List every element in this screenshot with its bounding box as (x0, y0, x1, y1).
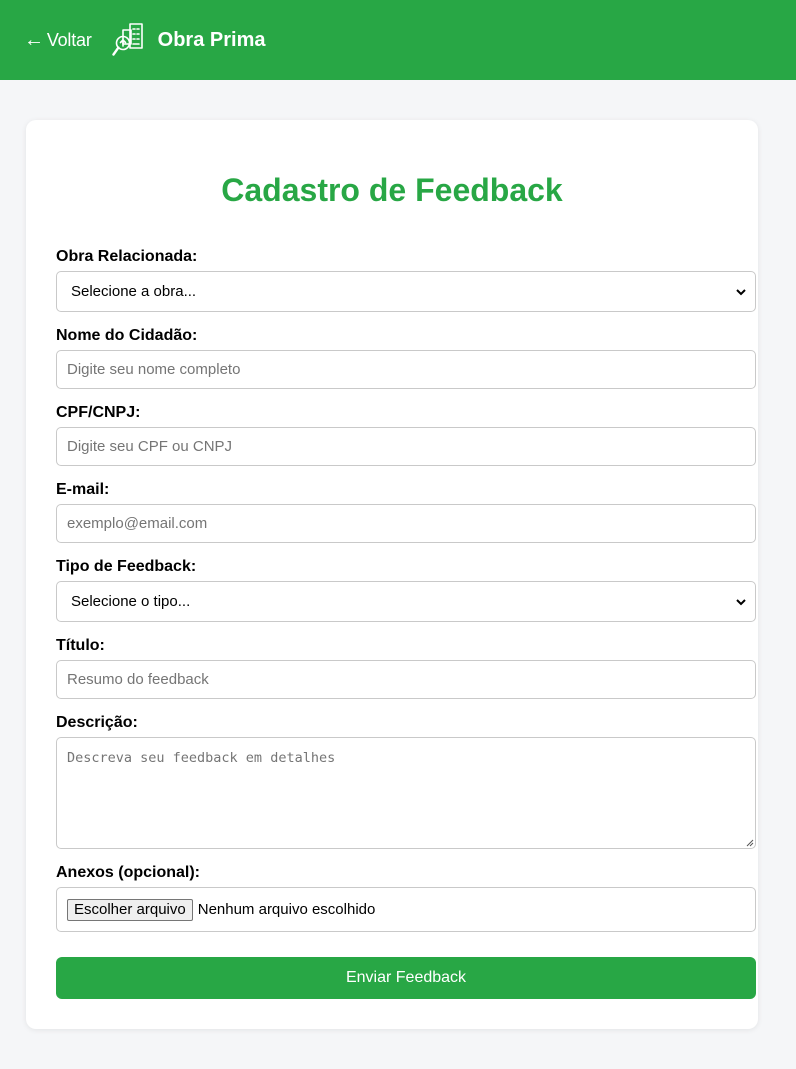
tipo-select[interactable]: Selecione o tipo... (56, 581, 756, 622)
tipo-select-value: Selecione o tipo... (71, 593, 191, 610)
tipo-label: Tipo de Feedback: (56, 558, 197, 575)
page-title: Cadastro de Feedback (221, 172, 563, 208)
obra-label: Obra Relacionada: (56, 248, 198, 265)
anexos-label: Anexos (opcional): (56, 864, 201, 881)
chevron-down-icon (736, 598, 746, 605)
nome-input[interactable]: Digite seu nome completo (56, 350, 756, 389)
titulo-input[interactable]: Resumo do feedback (56, 660, 756, 699)
file-status: Nenhum arquivo escolhido (197, 901, 376, 918)
titulo-label: Título: (56, 637, 105, 654)
email-input[interactable]: exemplo@email.com (56, 504, 756, 543)
descricao-textarea[interactable]: Descreva seu feedback em detalhes (56, 737, 756, 849)
brand-name: Obra Prima (157, 28, 266, 51)
nome-placeholder: Digite seu nome completo (67, 361, 241, 378)
anexos-file-input[interactable]: Escolher arquivo Nenhum arquivo escolhid… (56, 887, 756, 932)
email-label: E-mail: (56, 481, 110, 498)
back-arrow-icon: ← (24, 28, 44, 51)
feedback-form-card: Cadastro de Feedback Obra Relacionada: S… (26, 120, 758, 1029)
nome-label: Nome do Cidadão: (56, 327, 198, 344)
titulo-placeholder: Resumo do feedback (67, 671, 209, 688)
email-placeholder: exemplo@email.com (67, 515, 208, 532)
obra-select[interactable]: Selecione a obra... (56, 271, 756, 312)
resize-grip-icon[interactable] (744, 837, 754, 847)
brand[interactable]: Obra Prima (111, 22, 266, 58)
choose-file-button[interactable]: Escolher arquivo (67, 898, 193, 921)
descricao-placeholder: Descreva seu feedback em detalhes (67, 750, 336, 766)
back-label: Voltar (46, 29, 92, 50)
obra-select-value: Selecione a obra... (71, 283, 197, 300)
descricao-label: Descrição: (56, 714, 138, 731)
cpf-placeholder: Digite seu CPF ou CNPJ (67, 438, 233, 455)
buildings-magnifier-icon (111, 23, 143, 56)
back-button[interactable]: ← Voltar (24, 29, 92, 52)
cpf-label: CPF/CNPJ: (56, 404, 141, 421)
cpf-input[interactable]: Digite seu CPF ou CNPJ (56, 427, 756, 466)
submit-feedback-button[interactable]: Enviar Feedback (56, 957, 756, 999)
header-bar: ← Voltar Obra Prima (0, 0, 796, 80)
chevron-down-icon (736, 288, 746, 295)
